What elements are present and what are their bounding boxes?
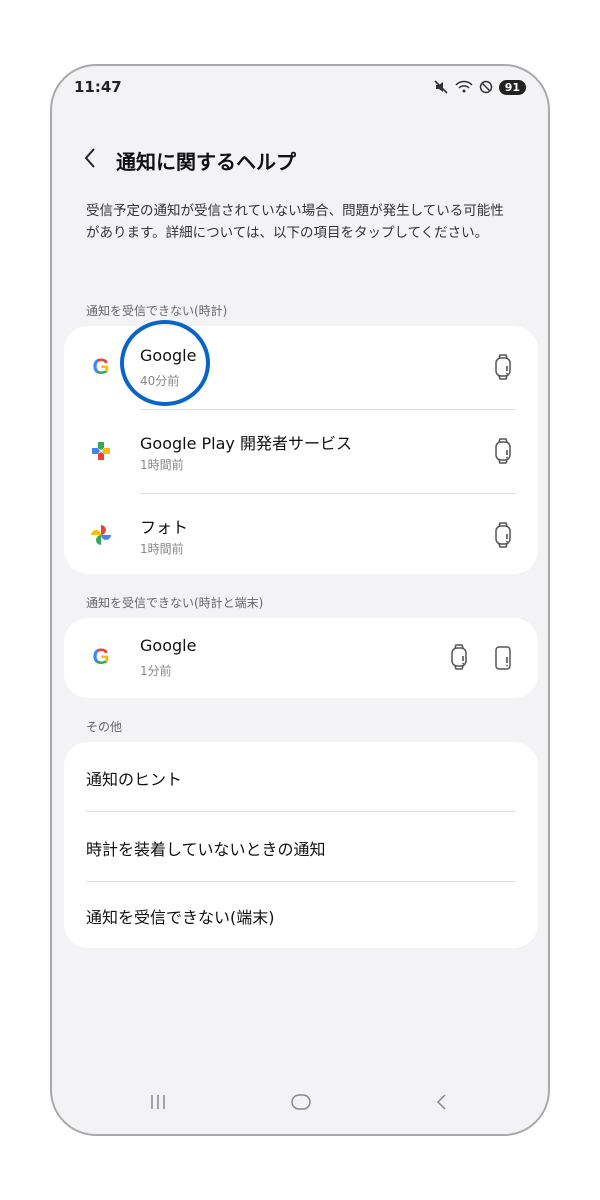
app-time: 1時間前 (140, 458, 184, 472)
mute-icon (433, 80, 449, 94)
app-time: 1分前 (140, 664, 172, 678)
help-description: 受信予定の通知が受信されていない場合、問題が発生している可能性があります。詳細に… (86, 203, 504, 241)
section-title-other: その他 (86, 720, 123, 734)
status-bar: 11:47 91 (74, 72, 526, 102)
status-icons: 91 (433, 79, 526, 95)
recent-apps-button[interactable] (148, 1092, 168, 1117)
item-label: 時計を装着していないときの通知 (86, 840, 326, 859)
google-icon: G (88, 354, 114, 380)
back-button[interactable] (82, 146, 116, 175)
section-title-watch: 通知を受信できない(時計) (86, 304, 228, 318)
highlight-circle (120, 320, 210, 406)
app-name: フォト (140, 518, 189, 537)
status-time: 11:47 (74, 78, 122, 96)
phone-screen: 11:47 91 通知に関するヘルプ 受信予定の通知が受信されていない場合、問題… (50, 64, 550, 1136)
app-time: 1時間前 (140, 542, 184, 556)
back-nav-button[interactable] (434, 1092, 450, 1117)
do-not-disturb-icon (479, 80, 493, 94)
list-item-google-1m[interactable]: G Google 1分前 (64, 618, 538, 698)
section-title-watch-device: 通知を受信できない(時計と端末) (86, 596, 264, 610)
back-icon (436, 1094, 446, 1110)
google-play-services-icon (88, 438, 114, 464)
list-item-device-notifications[interactable]: 通知を受信できない(端末) (64, 882, 538, 948)
watch-alert-icon (494, 354, 512, 384)
chevron-left-icon (84, 148, 95, 168)
watch-alert-icon (494, 522, 512, 552)
page-title: 通知に関するヘルプ (116, 150, 296, 174)
app-name: Google (140, 636, 197, 655)
battery-indicator: 91 (498, 79, 526, 95)
google-icon: G (88, 644, 114, 670)
page-header: 通知に関するヘルプ (82, 146, 296, 175)
list-item-not-wearing-watch[interactable]: 時計を装着していないときの通知 (64, 812, 538, 882)
card-other: 通知のヒント 時計を装着していないときの通知 通知を受信できない(端末) (64, 742, 538, 948)
card-watch-device: G Google 1分前 (64, 618, 538, 698)
watch-alert-icon (494, 438, 512, 468)
app-name: Google Play 開発者サービス (140, 434, 352, 453)
list-item-notification-tips[interactable]: 通知のヒント (64, 742, 538, 812)
list-item-photos[interactable]: フォト 1時間前 (64, 494, 538, 578)
recent-apps-icon (151, 1095, 165, 1109)
home-button[interactable] (290, 1092, 312, 1117)
home-icon (291, 1094, 311, 1110)
wifi-icon (455, 80, 473, 94)
item-label: 通知を受信できない(端末) (86, 908, 275, 927)
item-label: 通知のヒント (86, 770, 183, 789)
list-item-google-play-services[interactable]: Google Play 開発者サービス 1時間前 (64, 410, 538, 494)
watch-alert-icon (450, 644, 468, 674)
navigation-bar (52, 1084, 548, 1124)
phone-alert-icon (494, 645, 512, 675)
google-photos-icon (88, 522, 114, 548)
